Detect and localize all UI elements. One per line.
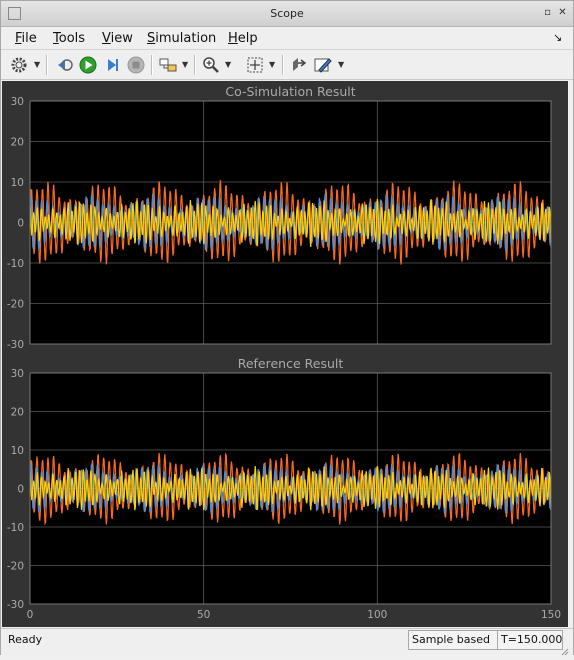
y-tick-label: -20 (7, 299, 24, 311)
step-forward-icon[interactable] (102, 55, 122, 75)
undock-icon[interactable]: ↘ (553, 31, 562, 44)
title-bar: Scope ▫ ✕ (1, 1, 573, 27)
run-icon[interactable] (78, 55, 98, 75)
y-tick-label: 20 (11, 137, 24, 149)
chevron-down-icon[interactable]: ▼ (182, 60, 188, 69)
zoom-in-icon[interactable] (201, 55, 221, 75)
menu-help[interactable]: Help (228, 31, 258, 46)
style-icon[interactable] (313, 55, 333, 75)
plot-title: Reference Result (238, 356, 344, 371)
window-menu-icon[interactable] (8, 7, 21, 20)
status-text: Ready (8, 633, 43, 646)
chevron-down-icon[interactable]: ▼ (338, 60, 344, 69)
y-tick-label: 20 (11, 407, 24, 419)
plot-title: Co-Simulation Result (225, 84, 355, 99)
x-tick-label: 0 (27, 609, 34, 621)
scope-window: Scope ▫ ✕ File Tools View Simulation Hel… (0, 0, 574, 656)
menu-view[interactable]: View (102, 31, 133, 46)
scope-display: Co-Simulation Result 30 20 10 0 -10 -20 -30 Refe… (2, 81, 568, 627)
window-title: Scope (270, 7, 304, 20)
x-tick-label: 50 (197, 609, 210, 621)
chevron-down-icon[interactable]: ▼ (269, 60, 275, 69)
fit-to-view-icon[interactable] (245, 55, 265, 75)
x-tick-label: 100 (367, 609, 387, 621)
y-tick-label: -30 (7, 339, 24, 351)
stop-icon[interactable] (126, 55, 146, 75)
y-tick-label: -20 (7, 561, 24, 573)
toolbar-divider (151, 55, 153, 75)
menu-simulation[interactable]: Simulation (147, 31, 216, 46)
chevron-down-icon[interactable]: ▼ (34, 60, 40, 69)
y-tick-label: 10 (11, 445, 24, 457)
menu-tools[interactable]: Tools (53, 31, 85, 46)
resize-grip[interactable] (561, 641, 569, 656)
y-tick-label: -30 (7, 599, 24, 611)
chevron-down-icon[interactable]: ▼ (225, 60, 231, 69)
highlight-block-icon[interactable] (158, 55, 178, 75)
close-icon[interactable]: ✕ (557, 7, 568, 18)
y-tick-label: 30 (11, 368, 24, 380)
y-tick-label: 10 (11, 177, 24, 189)
toolbar-divider (282, 55, 284, 75)
simulation-time: T=150.000 (497, 630, 563, 650)
y-tick-label: 0 (17, 218, 24, 230)
restore-layout-icon[interactable] (289, 55, 309, 75)
toolbar-divider (194, 55, 196, 75)
menu-bar: File Tools View Simulation Help ↘ (1, 27, 573, 50)
y-tick-label: 30 (11, 96, 24, 108)
menu-file[interactable]: File (15, 31, 37, 46)
plots-svg: Co-Simulation Result3020100-10-20-30Refe… (7, 84, 561, 621)
x-tick-label: 150 (541, 609, 561, 621)
y-tick-label: 0 (17, 484, 24, 496)
toolbar-divider (46, 55, 48, 75)
status-bar: Ready Sample based T=150.000 (1, 628, 573, 656)
maximize-icon[interactable]: ▫ (542, 7, 553, 18)
y-tick-label: -10 (7, 522, 24, 534)
step-back-icon[interactable] (54, 55, 74, 75)
y-tick-label: -10 (7, 258, 24, 270)
sampling-mode: Sample based (408, 630, 498, 650)
gear-icon[interactable] (9, 55, 29, 75)
toolbar: ▼ ▼ ▼ ▼ ▼ (1, 51, 573, 80)
